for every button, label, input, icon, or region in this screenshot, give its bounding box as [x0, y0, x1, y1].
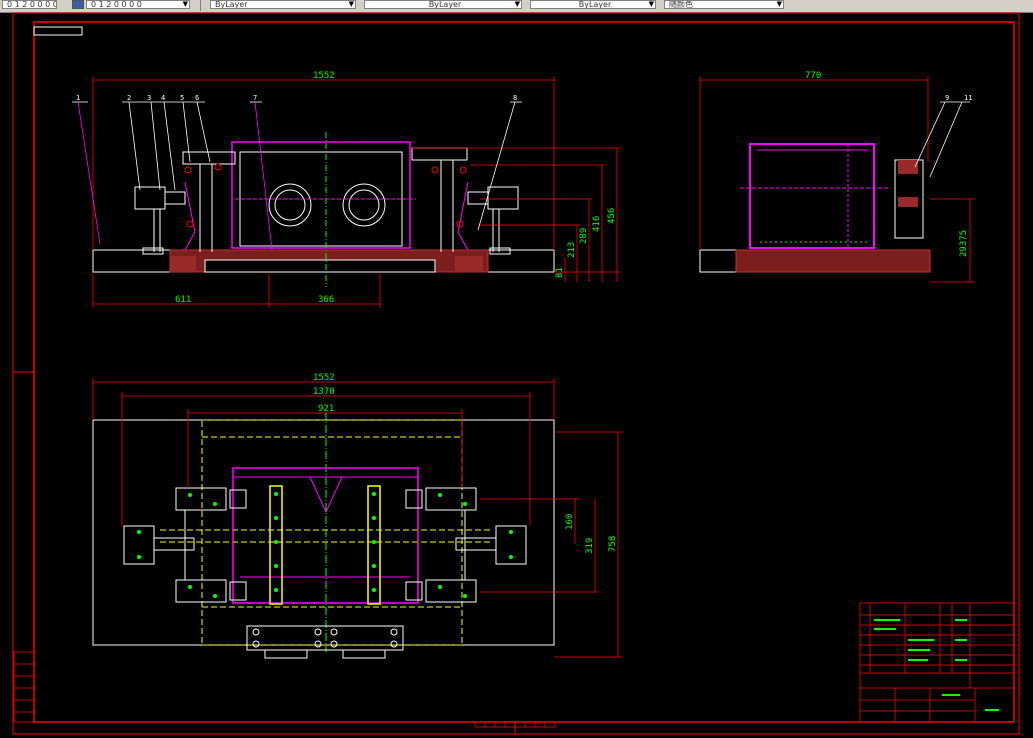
top-view: 1552 1370 921 160 319 758 [92, 373, 622, 659]
top-dim-overall: 1552 [313, 373, 335, 383]
balloon-5: 5 [180, 94, 184, 102]
balloon-8: 8 [513, 94, 517, 102]
color-dropdown[interactable]: ByLayer ▼ [210, 0, 356, 9]
layer-name-dropdown[interactable]: 0 1 2 0 0 0 0 ▼ [86, 0, 190, 9]
balloon-2: 2 [127, 94, 131, 102]
rail-left [269, 485, 283, 605]
layer-dropdown-value: 0 1 2 0 0 0 0 [7, 0, 57, 9]
rail-right [367, 485, 381, 605]
plotstyle-dropdown[interactable]: 随颜色 ▼ [664, 0, 784, 9]
dim-mid: 366 [318, 295, 334, 305]
chevron-down-icon: ▼ [514, 0, 520, 8]
balloon-1: 1 [76, 94, 80, 102]
dim-h3: 289 [579, 228, 589, 244]
top-dim-v1: 160 [565, 514, 575, 530]
balloon-3: 3 [147, 94, 151, 102]
lineweight-dropdown-value: ByLayer [578, 0, 612, 9]
chevron-down-icon: ▼ [182, 0, 188, 8]
top-dim-v3: 758 [608, 536, 618, 552]
dim-overall: 1552 [313, 71, 335, 81]
bottom-block [246, 625, 404, 651]
dim-h4: 213 [567, 242, 577, 258]
balloon-11: 11 [964, 94, 972, 102]
top-dim-inner: 1370 [313, 387, 335, 397]
layer-icon[interactable] [72, 0, 84, 9]
left-clamp [134, 151, 236, 255]
drawing-canvas[interactable]: 1552 611 366 456 416 289 213 81 1 2 3 4 … [0, 12, 1033, 738]
linetype-dropdown-value: ByLayer [428, 0, 462, 9]
side-body [749, 143, 875, 249]
right-clamp [411, 147, 519, 255]
chevron-down-icon: ▼ [348, 0, 354, 8]
color-dropdown-value: ByLayer [215, 0, 248, 9]
balloon-4: 4 [161, 94, 165, 102]
dim-left: 611 [175, 295, 191, 305]
dim-h2: 456 [607, 208, 617, 224]
chevron-down-icon: ▼ [648, 0, 654, 8]
front-view: 1552 611 366 456 416 289 213 81 1 2 3 4 … [72, 71, 620, 308]
side-view: 770 29375 9 11 [699, 71, 975, 283]
balloon-9: 9 [945, 94, 949, 102]
layer-dropdown[interactable]: 0 1 2 0 0 0 0 [2, 0, 57, 9]
top-dim-v2: 319 [585, 538, 595, 554]
top-base-outline [92, 419, 555, 646]
side-dim-height: 29375 [959, 230, 969, 257]
front-dimensions [72, 76, 620, 308]
front-balloons: 1 2 3 4 5 6 7 8 [76, 94, 517, 102]
side-dim-width: 770 [805, 71, 821, 81]
linetype-dropdown[interactable]: ByLayer ▼ [364, 0, 522, 9]
layer-name-value: 0 1 2 0 0 0 0 [91, 0, 142, 9]
lineweight-dropdown[interactable]: ByLayer ▼ [530, 0, 656, 9]
balloon-6: 6 [195, 94, 199, 102]
dim-h5: 81 [555, 267, 565, 278]
balloon-7: 7 [253, 94, 257, 102]
plotstyle-dropdown-value: 随颜色 [669, 0, 693, 9]
fixture-body [231, 141, 411, 249]
chevron-down-icon: ▼ [776, 0, 782, 8]
top-dim-core: 921 [318, 404, 334, 414]
base-recess [204, 259, 436, 273]
toolbar-divider [200, 0, 201, 11]
dim-h1: 416 [592, 216, 602, 232]
left-revision-table [13, 651, 35, 723]
sheet-border [12, 12, 1020, 735]
